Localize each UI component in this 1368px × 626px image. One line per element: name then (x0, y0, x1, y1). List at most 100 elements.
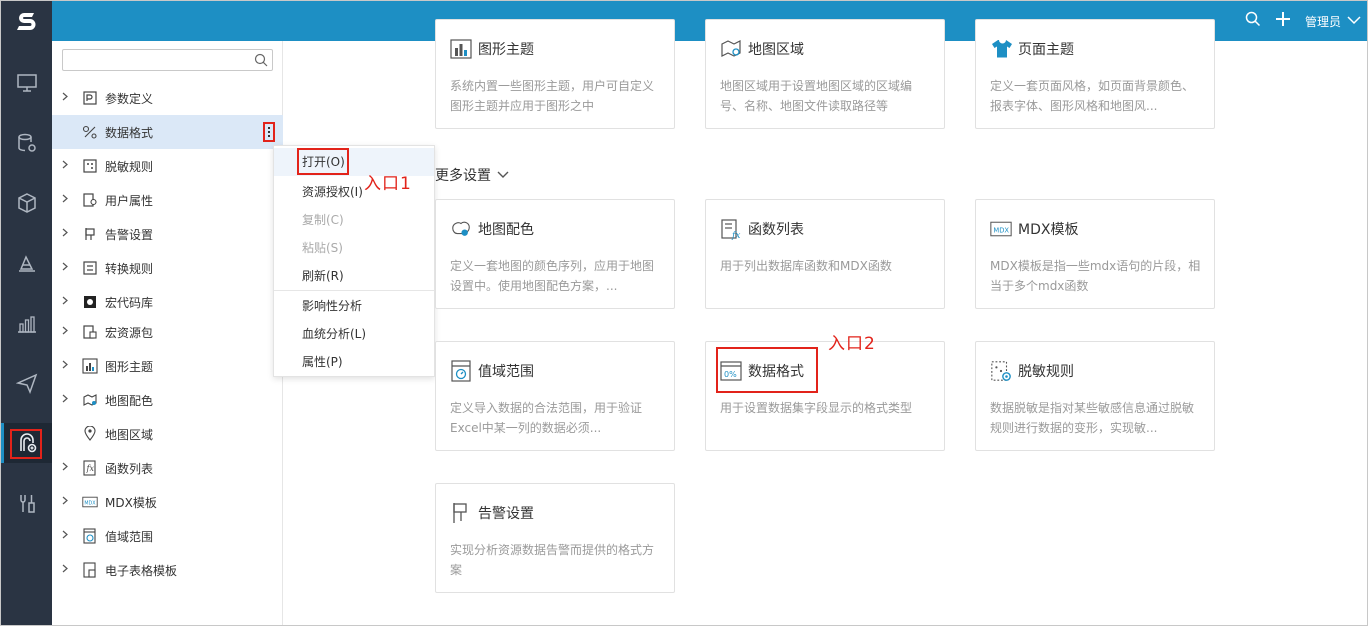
tree-item[interactable]: 值域范围 (52, 519, 283, 553)
chevron-right-icon[interactable] (62, 92, 74, 104)
chevron-right-icon[interactable] (62, 360, 74, 372)
chevron-right-icon[interactable] (62, 462, 74, 474)
card-description: 定义导入数据的合法范围，用于验证Excel中某一列的数据必须... (450, 401, 643, 435)
tree-item[interactable]: 数据格式 (52, 115, 283, 149)
tree-item[interactable]: 转换规则 (52, 251, 283, 285)
tree-item[interactable]: MDX MDX模板 (52, 485, 283, 519)
card-description: 地图区域用于设置地图区域的区域编号、名称、地图文件读取路径等 (720, 79, 913, 113)
nav-system-tools[interactable] (1, 483, 52, 523)
tree-item[interactable]: 参数定义 (52, 81, 283, 115)
highlight-box (716, 347, 818, 393)
resource-card[interactable]: fx 函数列表用于列出数据库函数和MDX函数 (705, 199, 945, 309)
resource-card[interactable]: 地图区域 地图区域用于设置地图区域的区域编号、名称、地图文件读取路径等 (705, 19, 945, 129)
map-color-icon (82, 392, 98, 408)
tree-search-input[interactable] (62, 49, 273, 71)
svg-text:MDX: MDX (84, 500, 96, 506)
chevron-right-icon[interactable] (62, 194, 74, 206)
alert-flag-icon (82, 226, 98, 242)
resource-tree-panel: 参数定义数据格式脱敏规则用户属性告警设置 转换规则 宏代码库 宏资源包图形主题地图配色… (52, 41, 283, 625)
tree-item-label: 图形主题 (105, 359, 154, 374)
tree-item[interactable]: 地图区域 (52, 417, 283, 451)
more-settings-header[interactable]: 更多设置 (435, 165, 509, 185)
tree-item[interactable]: 宏代码库 (52, 285, 283, 319)
nav-data-prep[interactable] (1, 183, 52, 223)
tree-item-label: 数据格式 (105, 125, 154, 140)
tree-item[interactable]: 脱敏规则 (52, 149, 283, 183)
resource-card[interactable]: 图形主题 系统内置一些图形主题，用户可自定义图形主题并应用于图形之中 (435, 19, 675, 129)
resource-card[interactable]: 告警设置实现分析资源数据告警而提供的格式方案 (435, 483, 675, 593)
chevron-right-icon[interactable] (62, 296, 74, 308)
card-title: 地图配色 (478, 222, 534, 238)
transform-rule-icon (82, 260, 98, 276)
left-nav (1, 41, 52, 625)
cube-icon (17, 193, 36, 213)
card-title-row: 脱敏规则 (990, 360, 1074, 382)
map-color-icon (450, 218, 472, 240)
app-logo[interactable] (1, 1, 52, 41)
tree-item-label: 用户属性 (105, 193, 154, 208)
logo-icon (16, 13, 35, 30)
page-theme-icon (990, 38, 1012, 60)
card-title: 页面主题 (1018, 42, 1074, 58)
tree-item[interactable]: 宏资源包 (52, 315, 283, 349)
more-actions-button[interactable] (263, 122, 275, 142)
monitor-icon (16, 74, 37, 92)
resource-card[interactable]: 页面主题定义一套页面风格，如页面背景颜色、报表字体、图形风格和地图风... (975, 19, 1215, 129)
data-format-icon (82, 124, 98, 140)
value-range-icon (450, 360, 472, 382)
chevron-right-icon[interactable] (62, 564, 74, 576)
tree-item[interactable]: 告警设置 (52, 217, 283, 251)
macro-package-icon (82, 324, 98, 340)
card-description: 定义一套页面风格，如页面背景颜色、报表字体、图形风格和地图风... (990, 79, 1195, 113)
chart-theme-icon (450, 38, 472, 60)
card-title-row: 页面主题 (990, 38, 1074, 60)
card-title: 脱敏规则 (1018, 364, 1074, 380)
tree-item-label: MDX模板 (105, 495, 157, 510)
tree-item[interactable]: 地图配色 (52, 383, 283, 417)
tree-item-label: 电子表格模板 (105, 563, 178, 578)
nav-monitor[interactable] (1, 63, 52, 103)
card-description: 实现分析资源数据告警而提供的格式方案 (450, 543, 655, 577)
svg-text:fx: fx (86, 464, 95, 473)
plus-icon[interactable] (1275, 11, 1291, 31)
tree-item-label: 函数列表 (105, 461, 154, 476)
highlight-box (10, 429, 42, 459)
chevron-right-icon[interactable] (62, 530, 74, 542)
card-description: 用于列出数据库函数和MDX函数 (720, 259, 892, 273)
spreadsheet-template-icon (82, 562, 98, 578)
parameter-icon (82, 90, 98, 106)
tree-item-label: 脱敏规则 (105, 159, 154, 174)
tree-item-label: 地图配色 (105, 393, 154, 408)
nav-analysis-design[interactable] (1, 243, 52, 283)
resource-card[interactable]: 值域范围定义导入数据的合法范围，用于验证Excel中某一列的数据必须... (435, 341, 675, 451)
chevron-right-icon[interactable] (62, 160, 74, 172)
tree-item[interactable]: 电子表格模板 (52, 553, 283, 587)
mdx-template-icon: MDX (82, 494, 98, 510)
card-description: 系统内置一些图形主题，用户可自定义图形主题并应用于图形之中 (450, 79, 655, 113)
chevron-right-icon[interactable] (62, 228, 74, 240)
search-icon[interactable] (254, 53, 268, 71)
tree-item[interactable]: fx 函数列表 (52, 451, 283, 485)
chevron-right-icon[interactable] (62, 326, 74, 338)
user-menu[interactable]: 管理员 (1305, 13, 1361, 30)
chevron-down-icon (1347, 14, 1361, 28)
chevron-right-icon[interactable] (62, 394, 74, 406)
tree-item[interactable]: 图形主题 (52, 349, 283, 383)
nav-data-connection[interactable] (1, 123, 52, 163)
resource-card[interactable]: 脱敏规则 数据脱敏是指对某些敏感信息通过脱敏规则进行数据的变形，实现敏... (975, 341, 1215, 451)
nav-analysis-view[interactable] (1, 303, 52, 343)
card-title: 函数列表 (748, 222, 804, 238)
chevron-right-icon[interactable] (62, 262, 74, 274)
resource-card[interactable]: 地图配色 定义一套地图的颜色序列，应用于地图设置中。使用地图配色方案，... (435, 199, 675, 309)
nav-publish[interactable] (1, 363, 52, 403)
card-title-row: fx 函数列表 (720, 218, 804, 240)
tree-item-label: 值域范围 (105, 529, 154, 544)
card-title: 值域范围 (478, 364, 534, 380)
masking-rule-icon (990, 360, 1012, 382)
tree-item[interactable]: 用户属性 (52, 183, 283, 217)
search-icon[interactable] (1245, 11, 1261, 31)
resource-card[interactable]: MDX MDX模板 MDX模板是指一些mdx语句的片段，相当于多个mdx函数 (975, 199, 1215, 309)
card-title: 告警设置 (478, 506, 534, 522)
masking-rule-icon (82, 158, 98, 174)
chevron-right-icon[interactable] (62, 496, 74, 508)
